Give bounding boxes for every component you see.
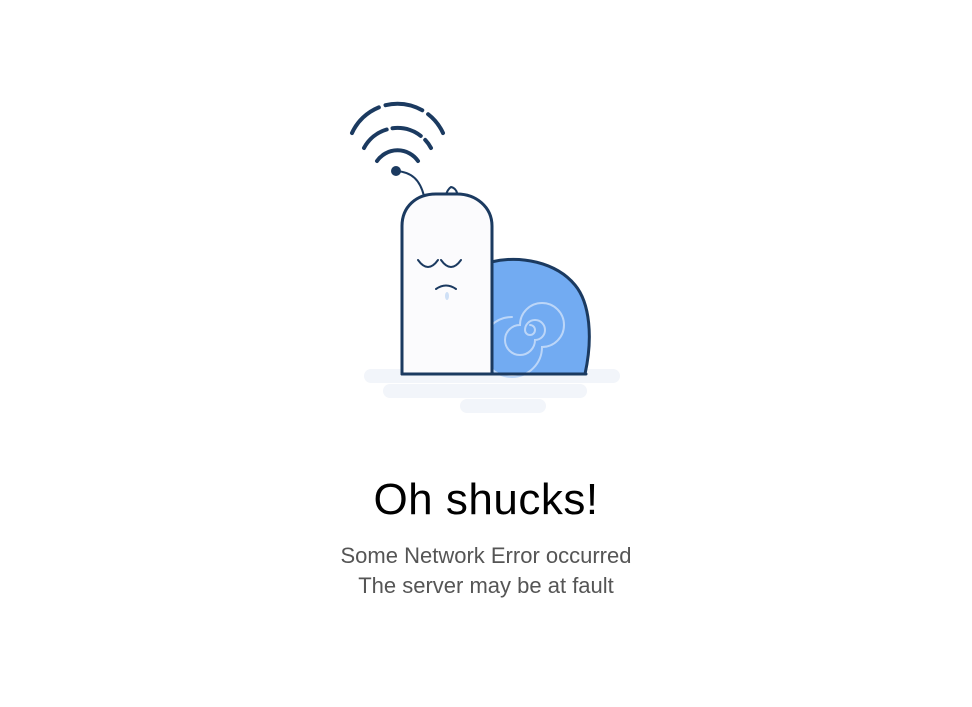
error-message-line: Some Network Error occurred [340, 543, 632, 568]
wifi-signal-icon [350, 101, 445, 163]
ground-shadow [364, 369, 620, 413]
error-title: Oh shucks! [373, 475, 599, 524]
error-message-line: The server may be at fault [358, 573, 614, 598]
sad-snail-wifi-illustration [340, 100, 640, 420]
snail-icon [350, 101, 620, 413]
network-error-page: Oh shucks! Some Network Error occurred T… [0, 0, 972, 707]
drool-drop [445, 292, 449, 300]
error-message: Some Network Error occurred The server m… [0, 541, 972, 601]
snail-shell [481, 257, 591, 378]
